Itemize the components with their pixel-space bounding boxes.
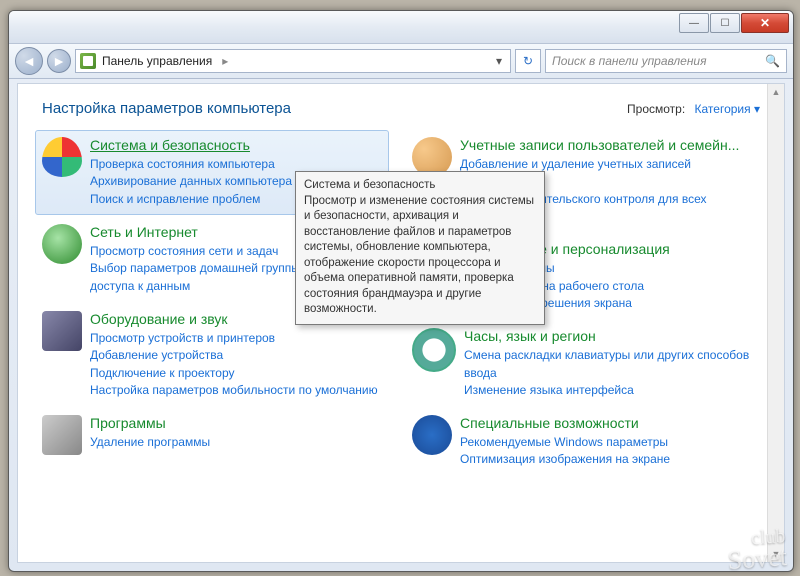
category-link[interactable]: Оптимизация изображения на экране <box>460 451 752 468</box>
category-clock[interactable]: Часы, язык и регион Смена раскладки клав… <box>412 328 752 399</box>
breadcrumb-separator-icon: ▸ <box>218 54 232 68</box>
arrow-right-icon: ► <box>52 53 66 69</box>
category-programs[interactable]: Программы Удаление программы <box>42 415 382 455</box>
search-placeholder: Поиск в панели управления <box>552 54 707 68</box>
scroll-down-icon[interactable]: ▼ <box>768 546 784 562</box>
printer-icon <box>42 311 82 351</box>
control-panel-icon <box>80 53 96 69</box>
scroll-up-icon[interactable]: ▲ <box>768 84 784 100</box>
view-label: Просмотр: <box>627 102 685 116</box>
category-link[interactable]: Смена раскладки клавиатуры или других сп… <box>464 347 752 382</box>
search-icon: 🔍 <box>765 54 780 68</box>
address-bar[interactable]: Панель управления ▸ ▾ <box>75 49 511 73</box>
title-bar: — ☐ ✕ <box>9 11 793 44</box>
programs-icon <box>42 415 82 455</box>
scrollbar[interactable]: ▲ ▼ <box>767 84 784 562</box>
category-link[interactable]: Настройка параметров мобильности по умол… <box>90 382 382 399</box>
tooltip-title: Система и безопасность <box>304 178 536 194</box>
category-title[interactable]: Программы <box>90 415 382 432</box>
category-link[interactable]: Рекомендуемые Windows параметры <box>460 434 752 451</box>
content-header: Настройка параметров компьютера Просмотр… <box>42 100 760 117</box>
search-input[interactable]: Поиск в панели управления 🔍 <box>545 49 787 73</box>
category-link[interactable]: Добавление устройства <box>90 347 382 364</box>
category-title[interactable]: Часы, язык и регион <box>464 328 752 345</box>
category-link[interactable]: Удаление программы <box>90 434 382 451</box>
shield-icon <box>42 137 82 177</box>
category-accessibility[interactable]: Специальные возможности Рекомендуемые Wi… <box>412 415 752 469</box>
view-mode-dropdown[interactable]: Категория ▾ <box>695 102 760 116</box>
category-link[interactable]: Изменение языка интерфейса <box>464 382 752 399</box>
address-dropdown-icon[interactable]: ▾ <box>492 54 506 68</box>
minimize-button[interactable]: — <box>679 13 709 33</box>
clock-icon <box>412 328 456 372</box>
view-mode-value: Категория <box>695 102 751 116</box>
refresh-button[interactable]: ↻ <box>515 49 541 73</box>
globe-icon <box>42 224 82 264</box>
navigation-bar: ◄ ► Панель управления ▸ ▾ ↻ Поиск в пане… <box>9 44 793 79</box>
category-link[interactable]: Просмотр устройств и принтеров <box>90 330 382 347</box>
refresh-icon: ↻ <box>523 54 533 68</box>
maximize-button[interactable]: ☐ <box>710 13 740 33</box>
nav-back-button[interactable]: ◄ <box>15 47 43 75</box>
category-link[interactable]: Подключение к проектору <box>90 365 382 382</box>
category-title[interactable]: Система и безопасность <box>90 137 382 154</box>
tooltip-body: Просмотр и изменение состояния системы и… <box>304 194 536 318</box>
category-title[interactable]: Специальные возможности <box>460 415 752 432</box>
control-panel-window: — ☐ ✕ ◄ ► Панель управления ▸ ▾ ↻ Поиск … <box>8 10 794 572</box>
view-selector: Просмотр: Категория ▾ <box>627 102 760 116</box>
page-title: Настройка параметров компьютера <box>42 100 291 117</box>
close-button[interactable]: ✕ <box>741 13 789 33</box>
chevron-down-icon: ▾ <box>754 102 760 116</box>
category-title[interactable]: Учетные записи пользователей и семейн... <box>460 137 752 154</box>
nav-forward-button[interactable]: ► <box>47 49 71 73</box>
breadcrumb[interactable]: Панель управления <box>102 54 212 68</box>
accessibility-icon <box>412 415 452 455</box>
tooltip: Система и безопасность Просмотр и измене… <box>295 171 545 325</box>
arrow-left-icon: ◄ <box>22 53 36 69</box>
